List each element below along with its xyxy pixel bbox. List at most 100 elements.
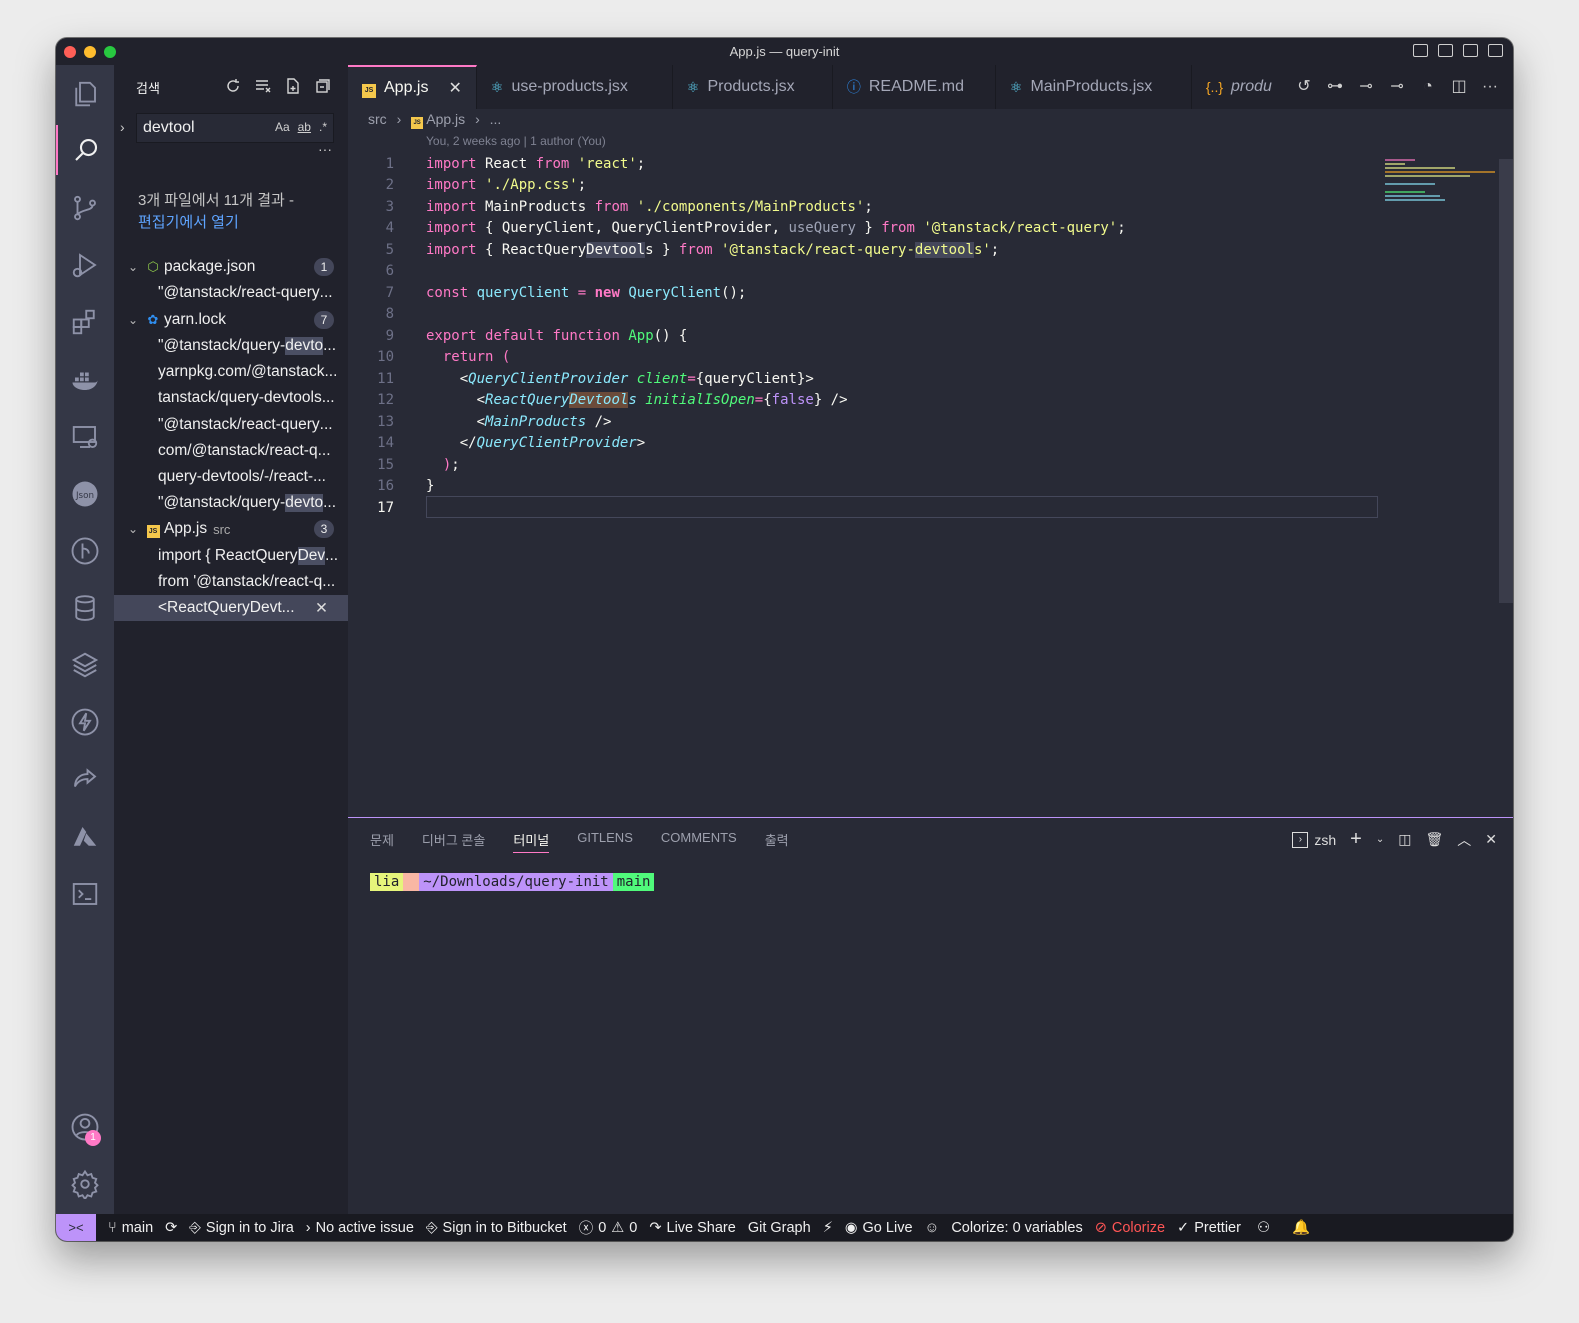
minimize-window-button[interactable] xyxy=(84,46,96,58)
tab-comments[interactable]: COMMENTS xyxy=(661,830,737,853)
clear-results-icon[interactable] xyxy=(254,77,272,95)
settings-gear-icon[interactable] xyxy=(56,1159,114,1209)
list-item[interactable]: import { ReactQuery Dev... xyxy=(114,543,348,569)
search-input[interactable]: devtool Aa ab .* xyxy=(136,113,334,143)
lightning-icon[interactable] xyxy=(56,697,114,747)
list-item[interactable]: query-devtools/-/react-... xyxy=(114,464,348,490)
list-item[interactable]: "@tanstack/query-devto... xyxy=(114,490,348,516)
branch-status[interactable]: ⑂ main xyxy=(108,1220,153,1236)
close-window-button[interactable] xyxy=(64,46,76,58)
dismiss-result-close-icon[interactable]: ✕ xyxy=(315,599,328,618)
tab-problems[interactable]: 문제 xyxy=(370,830,394,853)
terminal-dropdown-chevron-icon[interactable]: ⌄ xyxy=(1376,834,1384,845)
tab-readme[interactable]: ⓘ README.md xyxy=(833,65,996,109)
minimap[interactable] xyxy=(1385,159,1497,201)
azure-icon[interactable] xyxy=(56,812,114,862)
split-editor-icon[interactable]: ◫ xyxy=(1450,78,1468,96)
match-whole-word-toggle[interactable]: ab xyxy=(298,120,311,134)
new-terminal-plus-icon[interactable]: + xyxy=(1350,828,1362,851)
remote-explorer-icon[interactable] xyxy=(56,412,114,462)
go-live-status[interactable]: ◉ Go Live xyxy=(845,1220,913,1236)
close-panel-icon[interactable]: ✕ xyxy=(1485,831,1497,848)
git-graph-icon[interactable] xyxy=(56,526,114,576)
terminal-prompt[interactable]: lia ~/Downloads/query-init main xyxy=(370,873,655,891)
git-blame-codelens[interactable]: You, 2 weeks ago | 1 author (You) xyxy=(426,134,606,148)
more-actions-icon[interactable]: ··· xyxy=(1481,78,1499,96)
customize-layout-icon[interactable] xyxy=(1488,44,1503,57)
list-item[interactable]: tanstack/query-devtools... xyxy=(114,385,348,411)
git-graph-status[interactable]: Git Graph xyxy=(748,1220,811,1236)
toggle-primary-sidebar-icon[interactable] xyxy=(1413,44,1428,57)
collapse-all-icon[interactable] xyxy=(314,77,332,95)
maximize-panel-chevron-icon[interactable]: ︿ xyxy=(1457,830,1471,850)
list-item[interactable]: "@tanstack/query-devto... xyxy=(114,333,348,359)
sync-icon[interactable]: ⟳ xyxy=(165,1220,177,1236)
toggle-replace-chevron-icon[interactable]: › xyxy=(120,119,125,135)
search-icon[interactable] xyxy=(56,125,114,175)
json-icon[interactable]: Json xyxy=(56,469,114,519)
tab-debug-console[interactable]: 디버그 콘솔 xyxy=(422,830,485,853)
tab-main-products[interactable]: ⚛ MainProducts.jsx xyxy=(996,65,1192,109)
new-search-editor-icon[interactable] xyxy=(284,77,302,95)
tab-products[interactable]: ⚛ Products.jsx xyxy=(673,65,833,109)
list-item[interactable]: "@tanstack/react-query... xyxy=(114,412,348,438)
run-debug-icon[interactable] xyxy=(56,240,114,290)
accounts-status-icon[interactable]: ⚇ xyxy=(1257,1220,1270,1236)
previous-change-icon[interactable]: ⊸ xyxy=(1357,78,1375,96)
breadcrumb-more[interactable]: ... xyxy=(490,111,502,127)
tab-produ[interactable]: {..} produ xyxy=(1192,65,1282,109)
lightning-icon[interactable]: ⚡ xyxy=(823,1220,833,1236)
active-issue[interactable]: › No active issue xyxy=(306,1220,414,1236)
editor-scrollbar[interactable] xyxy=(1499,159,1513,603)
list-item[interactable]: com/@tanstack/react-q... xyxy=(114,438,348,464)
split-terminal-icon[interactable]: ◫ xyxy=(1398,831,1411,848)
list-item[interactable]: <ReactQueryDevt... ✕ xyxy=(114,595,348,621)
toggle-panel-icon[interactable] xyxy=(1438,44,1453,57)
explorer-icon[interactable] xyxy=(56,69,114,119)
docker-icon[interactable] xyxy=(56,355,114,405)
tab-app-js[interactable]: JS App.js ✕ xyxy=(348,65,477,109)
colorize-status[interactable]: ⊘ Colorize xyxy=(1095,1220,1165,1236)
database-icon[interactable] xyxy=(56,583,114,633)
timeline-icon[interactable]: ↺ xyxy=(1295,78,1313,96)
prettier-status[interactable]: ✓ Prettier xyxy=(1177,1220,1241,1236)
terminal-view-icon[interactable] xyxy=(56,869,114,919)
live-share-icon[interactable] xyxy=(56,754,114,804)
feedback-icon[interactable]: ☺ xyxy=(925,1220,940,1236)
kill-terminal-trash-icon[interactable]: 🗑 xyxy=(1425,831,1443,848)
live-share-status[interactable]: ↷ Live Share xyxy=(649,1220,735,1236)
breadcrumb-folder[interactable]: src xyxy=(368,111,387,127)
match-case-toggle[interactable]: Aa xyxy=(275,120,290,134)
list-item[interactable]: yarnpkg.com/@tanstack... xyxy=(114,359,348,385)
gitlens-icon[interactable]: ◔ xyxy=(1419,78,1437,96)
source-control-icon[interactable] xyxy=(56,183,114,233)
list-item[interactable]: "@tanstack/react-query... xyxy=(114,280,348,306)
layers-icon[interactable] xyxy=(56,640,114,690)
result-file-package-json[interactable]: ⌄ ⬡ package.json 1 xyxy=(114,254,348,280)
breadcrumb-file[interactable]: App.js xyxy=(426,111,465,127)
extensions-icon[interactable] xyxy=(56,297,114,347)
refresh-icon[interactable] xyxy=(224,77,242,95)
result-file-app-js[interactable]: ⌄ JS App.js src 3 xyxy=(114,516,348,542)
next-change-icon[interactable]: ⊸ xyxy=(1388,78,1406,96)
jira-sign-in[interactable]: ⎆ Sign in to Jira xyxy=(189,1220,293,1236)
search-details-more-icon[interactable]: ··· xyxy=(318,141,332,157)
tab-terminal[interactable]: 터미널 xyxy=(513,830,550,853)
git-commit-icon[interactable]: ⊶ xyxy=(1326,78,1344,96)
accounts-icon[interactable]: 1 xyxy=(56,1102,114,1152)
tab-use-products[interactable]: ⚛ use-products.jsx xyxy=(477,65,673,109)
remote-indicator-icon[interactable]: >< xyxy=(56,1214,96,1241)
toggle-secondary-sidebar-icon[interactable] xyxy=(1463,44,1478,57)
tab-output[interactable]: 출력 xyxy=(765,830,789,853)
zoom-window-button[interactable] xyxy=(104,46,116,58)
terminal-shell-selector[interactable]: › zsh xyxy=(1292,831,1336,848)
open-in-editor-link[interactable]: 편집기에서 열기 xyxy=(138,212,294,234)
problems-status[interactable]: ⓧ 0 ⚠ 0 xyxy=(579,1217,638,1238)
tab-gitlens[interactable]: GITLENS xyxy=(577,830,633,853)
notifications-bell-icon[interactable]: 🔔 xyxy=(1292,1219,1310,1236)
result-file-yarn-lock[interactable]: ⌄ ✿ yarn.lock 7 xyxy=(114,307,348,333)
list-item[interactable]: from '@tanstack/react-q... xyxy=(114,569,348,595)
use-regex-toggle[interactable]: .* xyxy=(319,120,327,134)
close-tab-icon[interactable]: ✕ xyxy=(448,78,461,98)
bitbucket-sign-in[interactable]: ⎆ Sign in to Bitbucket xyxy=(426,1220,567,1236)
